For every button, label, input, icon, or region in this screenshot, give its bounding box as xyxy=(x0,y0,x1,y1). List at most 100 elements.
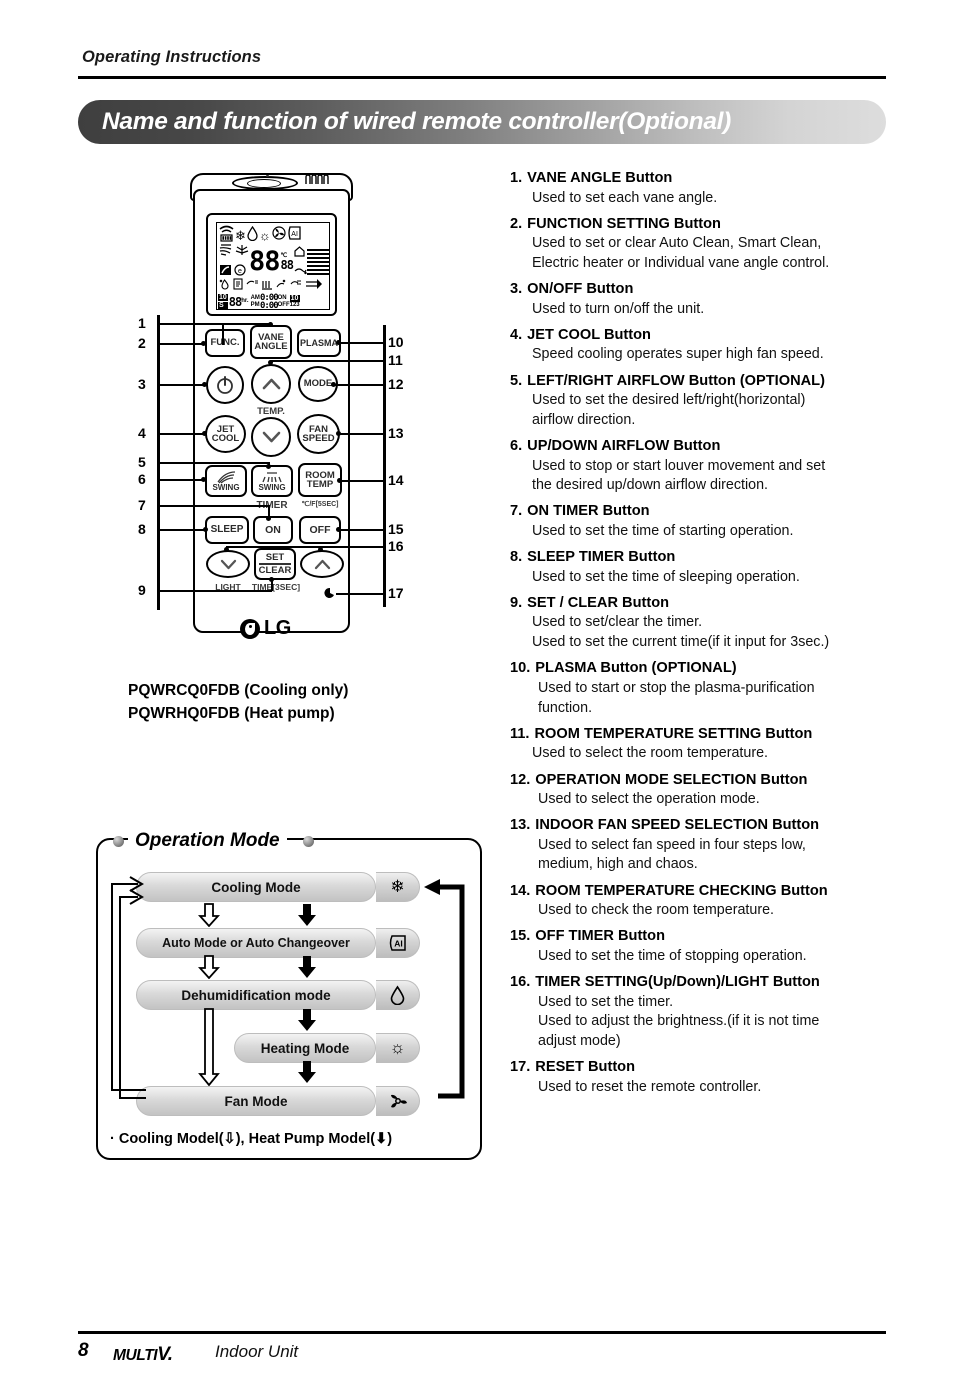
room-temp-button[interactable]: ROOM TEMP xyxy=(298,463,342,497)
description-number: 1. xyxy=(510,170,523,186)
jet-cool-label-2: COOL xyxy=(211,433,240,444)
jet-cool-button[interactable]: JET COOL xyxy=(205,415,246,453)
description-line: Used to set the current time(if it input… xyxy=(532,634,830,651)
swing-ud-label: SWING xyxy=(258,482,286,492)
section-title-bar: Name and function of wired remote contro… xyxy=(78,100,886,144)
description-item: 4. JET COOL Button Speed cooling operate… xyxy=(510,327,882,365)
sleep-button[interactable]: SLEEP xyxy=(205,516,249,544)
temp-up-button[interactable] xyxy=(251,364,291,404)
multi-wordmark: MULTI xyxy=(113,1347,158,1364)
timer-up-button[interactable] xyxy=(300,550,344,578)
description-line: Used to select fan speed in four steps l… xyxy=(538,836,806,853)
callout-number-16: 16 xyxy=(388,538,404,554)
mode-pill-fan: Fan Mode xyxy=(136,1086,376,1116)
fan-speed-button[interactable]: FAN SPEED xyxy=(297,414,340,454)
description-line: Used to set/clear the timer. xyxy=(532,614,703,631)
callout-number-8: 8 xyxy=(138,521,146,537)
description-heading: 1. VANE ANGLE Button xyxy=(510,170,882,188)
callout-number-3: 3 xyxy=(138,376,146,392)
description-title: TIMER SETTING(Up/Down)/LIGHT Button xyxy=(535,974,820,991)
hotdot-16b xyxy=(318,547,323,552)
swing-lr-label: SWING xyxy=(212,482,240,492)
description-line: Used to select the room temperature. xyxy=(532,745,769,762)
callout-number-7: 7 xyxy=(138,497,146,513)
description-heading: 4. JET COOL Button xyxy=(510,327,882,345)
hotdot-13 xyxy=(336,431,341,436)
description-line: Speed cooling operates super high fan sp… xyxy=(532,346,824,363)
droplet-icon xyxy=(376,980,420,1010)
lcd-badge-10: 10 xyxy=(218,294,228,301)
reset-hole-icon[interactable] xyxy=(324,587,336,599)
description-title: PLASMA Button (OPTIONAL) xyxy=(535,660,737,677)
description-body: Used to set the desired left/right(horiz… xyxy=(510,391,882,430)
description-number: 3. xyxy=(510,281,523,298)
page-number: 8 xyxy=(78,1340,89,1361)
airflow-lr-icon xyxy=(217,470,236,484)
description-number: 16. xyxy=(510,974,531,991)
description-number: 12. xyxy=(510,771,531,788)
description-body: Used to set/clear the timer. Used to set… xyxy=(510,613,882,652)
description-body: Speed cooling operates super high fan sp… xyxy=(510,345,882,365)
leader-12 xyxy=(333,384,384,386)
footer-unit-label: Indoor Unit xyxy=(215,1342,299,1361)
louver-icon xyxy=(246,277,259,295)
description-number: 14. xyxy=(510,882,531,899)
description-body: Used to set each vane angle. xyxy=(510,189,882,209)
description-line: medium, high and chaos. xyxy=(538,856,698,873)
on-off-power-button[interactable] xyxy=(206,366,244,404)
timer-down-light-button[interactable] xyxy=(206,550,250,578)
description-number: 2. xyxy=(510,215,523,232)
on-timer-button[interactable]: ON xyxy=(253,516,293,544)
description-line: Used to set or clear Auto Clean, Smart C… xyxy=(532,235,822,252)
left-right-airflow-swing-button[interactable]: SWING xyxy=(205,465,247,497)
description-number: 7. xyxy=(510,503,523,520)
description-title: OPERATION MODE SELECTION Button xyxy=(535,771,808,788)
vane-bars-icon xyxy=(261,277,273,295)
temp-sub-label: TEMP. xyxy=(257,406,285,417)
description-heading: 8. SLEEP TIMER Button xyxy=(510,549,882,567)
leader-1v xyxy=(222,323,224,345)
model-cooling-only: PQWRCQ0FDB (Cooling only) xyxy=(128,682,349,699)
room-temp-label-2: TEMP xyxy=(306,479,334,490)
cooling-flow-arrow-3 xyxy=(198,1008,220,1086)
lcd-off-time: 0:00 xyxy=(259,300,279,310)
description-number: 15. xyxy=(510,928,531,945)
power-icon xyxy=(217,376,233,394)
description-line: Used to turn on/off the unit. xyxy=(532,300,705,317)
description-title: ROOM TEMPERATURE CHECKING Button xyxy=(535,882,828,899)
vane-angle-button[interactable]: VANE ANGLE xyxy=(250,325,292,359)
description-number: 17. xyxy=(510,1059,531,1076)
heatpump-flow-arrow-4 xyxy=(298,1061,316,1083)
callout-number-4: 4 xyxy=(138,425,146,441)
heatpump-flow-arrow-1 xyxy=(298,904,316,926)
chevron-down-icon xyxy=(262,431,280,443)
fan-speed-label-2: SPEED xyxy=(302,433,335,444)
set-clear-button[interactable]: SET CLEAR xyxy=(254,548,296,580)
lcd-badge-s: S xyxy=(218,302,228,309)
callout-number-11: 11 xyxy=(388,352,403,368)
callout-number-14: 14 xyxy=(388,472,404,488)
description-title: ON/OFF Button xyxy=(527,281,634,298)
func-button[interactable]: FUNC. xyxy=(205,329,245,357)
description-title: VANE ANGLE Button xyxy=(527,170,673,186)
description-line: Used to select the operation mode. xyxy=(538,791,760,807)
description-title: ROOM TEMPERATURE SETTING Button xyxy=(534,725,813,742)
hotdot-11 xyxy=(268,360,273,365)
description-item: 17. RESET Button Used to reset the remot… xyxy=(510,1059,882,1097)
button-descriptions-list: 1. VANE ANGLE Button Used to set each va… xyxy=(510,170,882,1105)
defrost-icon xyxy=(275,277,288,295)
lcd-icon-row-3 xyxy=(217,277,329,295)
description-body: Used to set the timer. Used to adjust th… xyxy=(510,993,882,1052)
description-number: 5. xyxy=(510,372,523,389)
up-down-airflow-swing-button[interactable]: SWING xyxy=(251,465,293,497)
description-title: SLEEP TIMER Button xyxy=(527,549,676,566)
leader-1 xyxy=(157,323,223,325)
lcd-badge-10b: 10 xyxy=(289,294,300,302)
temp-down-button[interactable] xyxy=(251,417,291,457)
plasma-button[interactable]: PLASMA xyxy=(297,329,341,357)
sun-icon: ☼ xyxy=(258,228,271,243)
off-timer-button[interactable]: OFF xyxy=(299,516,341,544)
description-heading: 7. ON TIMER Button xyxy=(510,503,882,521)
home-icon xyxy=(294,244,307,262)
callout-number-15: 15 xyxy=(388,521,404,537)
